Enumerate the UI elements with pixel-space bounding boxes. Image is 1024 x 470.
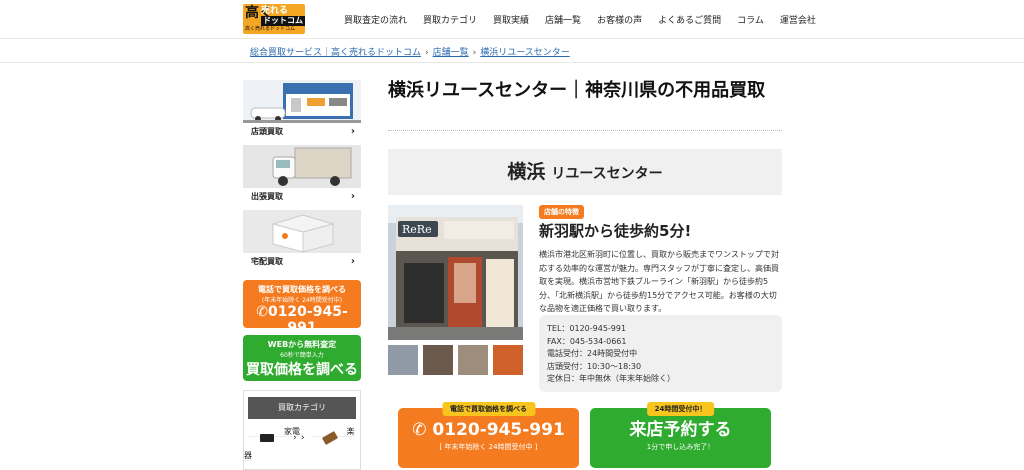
- store-banner: 横浜 リユースセンター: [388, 149, 782, 195]
- store-photo[interactable]: ReRe: [388, 205, 523, 340]
- nav-link-faq[interactable]: よくあるご質問: [658, 13, 721, 26]
- sidebar-web-estimate-button[interactable]: WEBから無料査定 60秒で簡単入力 買取価格を調べる: [243, 335, 361, 381]
- sidebar-phone-button[interactable]: 電話で買取価格を調べる (年末年始除く 24時間受付中) ✆0120-945-9…: [243, 280, 361, 336]
- chevron-right-icon: ›: [350, 191, 355, 202]
- page-title: 横浜リユースセンター｜神奈川県の不用品買取: [388, 80, 766, 101]
- storefront-icon: [243, 80, 361, 123]
- sidebar-card-label: 店頭買取: [251, 127, 283, 136]
- sidebar-card-pickup[interactable]: 出張買取 ›: [243, 145, 361, 206]
- photo-thumbnails: [388, 345, 528, 375]
- info-fax: FAX：045-534-0661: [547, 336, 627, 346]
- thumbnail[interactable]: [458, 345, 488, 375]
- phone-icon: ✆: [256, 304, 268, 320]
- category-item-appliance[interactable]: 家電 ›: [248, 427, 303, 443]
- chevron-right-icon: ›: [350, 256, 355, 267]
- guitar-icon: [321, 431, 338, 445]
- breadcrumb-stores[interactable]: 店舗一覧: [433, 48, 469, 58]
- store-info-box: TEL：0120-945-991 FAX：045-534-0661 電話受付：2…: [539, 315, 782, 392]
- info-store-hours: 店頭受付：10:30〜18:30: [547, 361, 642, 371]
- cta-phone-button[interactable]: 電話で買取価格を調べる ✆ 0120-945-991 [ 年末年始除く 24時間…: [398, 402, 579, 468]
- logo-subtext: 高く売れるドットコム: [245, 26, 296, 32]
- phone-icon: ✆: [412, 420, 433, 440]
- thumbnail[interactable]: [423, 345, 453, 375]
- cta-phone-ribbon: 電話で買取価格を調べる: [442, 402, 535, 416]
- nav-link-column[interactable]: コラム: [737, 13, 764, 26]
- chevron-right-icon: ›: [350, 126, 355, 137]
- truck-icon: [243, 145, 361, 188]
- phone-button-caption: 電話で買取価格を調べる: [258, 285, 346, 294]
- nav-link-results[interactable]: 買取実績: [493, 13, 529, 26]
- cta-visit-label: 来店予約する: [629, 420, 732, 440]
- sidebar-card-store[interactable]: 店頭買取 ›: [243, 80, 361, 141]
- cta-phone-number: 0120-945-991: [432, 420, 565, 440]
- nav-link-company[interactable]: 運営会社: [780, 13, 816, 26]
- category-heading: 買取カテゴリ: [248, 397, 356, 419]
- tv-icon: [260, 434, 274, 442]
- thumbnail[interactable]: [388, 345, 418, 375]
- web-button-label: 買取価格を調べる: [246, 362, 358, 378]
- info-tel: TEL：0120-945-991: [547, 324, 627, 333]
- breadcrumb-current[interactable]: 横浜リユースセンター: [480, 48, 570, 58]
- cta-visit-ribbon: 24時間受付中！: [646, 402, 715, 416]
- nav-link-flow[interactable]: 買取査定の流れ: [344, 13, 407, 26]
- breadcrumb-home[interactable]: 総合買取サービス｜高く売れるドットコム: [250, 48, 421, 58]
- web-button-caption: WEBから無料査定: [267, 340, 337, 349]
- sidebar-card-delivery[interactable]: 宅配買取 ›: [243, 210, 361, 271]
- chevron-right-icon: ›: [300, 433, 305, 443]
- feature-description: 横浜市港北区新羽町に位置し、買取から販売までワンストップで対応する効率的な運営が…: [539, 250, 779, 313]
- phone-button-note: (年末年始除く 24時間受付中): [261, 297, 343, 304]
- feature-title: 新羽駅から徒歩約5分!: [539, 222, 692, 240]
- sidebar-card-label: 宅配買取: [251, 257, 283, 266]
- nav-link-category[interactable]: 買取カテゴリ: [423, 13, 477, 26]
- global-nav: 買取査定の流れ 買取カテゴリ 買取実績 店舗一覧 お客様の声 よくあるご質問 コ…: [344, 13, 832, 26]
- breadcrumb-separator: ›: [472, 48, 477, 58]
- logo-text-2: 売れる: [261, 6, 289, 16]
- feature-tag: 店舗の特徴: [539, 205, 584, 219]
- breadcrumb: 総合買取サービス｜高く売れるドットコム › 店舗一覧 › 横浜リユースセンター: [250, 45, 570, 58]
- site-header: 高く 売れる ドットコム 高く売れるドットコム 買取査定の流れ 買取カテゴリ 買…: [0, 0, 1024, 38]
- photo-sign-text: ReRe: [402, 223, 432, 236]
- nav-link-reviews[interactable]: お客様の声: [597, 13, 642, 26]
- category-box: 買取カテゴリ 家電 › 楽器 ›: [243, 390, 361, 470]
- chevron-right-icon: ›: [292, 433, 297, 443]
- web-button-note: 60秒で簡単入力: [280, 352, 324, 359]
- sidebar-card-label: 出張買取: [251, 192, 283, 201]
- banner-name: リユースセンター: [551, 166, 663, 182]
- site-logo[interactable]: 高く 売れる ドットコム 高く売れるドットコム: [243, 4, 305, 34]
- thumbnail[interactable]: [493, 345, 523, 375]
- breadcrumb-bar: 総合買取サービス｜高く売れるドットコム › 店舗一覧 › 横浜リユースセンター: [0, 38, 1024, 63]
- info-phone-hours: 電話受付：24時間受付中: [547, 349, 638, 358]
- phone-number: 0120-945-991: [267, 304, 348, 336]
- banner-city: 横浜: [507, 161, 546, 183]
- title-divider: [388, 130, 782, 131]
- cta-visit-note: 1分で申し込み完了！: [646, 443, 715, 451]
- info-holiday: 定休日：年中無休（年末年始除く）: [547, 374, 675, 383]
- nav-link-stores[interactable]: 店舗一覧: [545, 13, 581, 26]
- box-icon: [243, 210, 361, 253]
- cta-visit-reservation-button[interactable]: 24時間受付中！ 来店予約する 1分で申し込み完了！: [590, 402, 771, 468]
- cta-phone-note: [ 年末年始除く 24時間受付中 ]: [439, 443, 538, 451]
- logo-text-3: ドットコム: [261, 16, 305, 26]
- breadcrumb-separator: ›: [425, 48, 429, 58]
